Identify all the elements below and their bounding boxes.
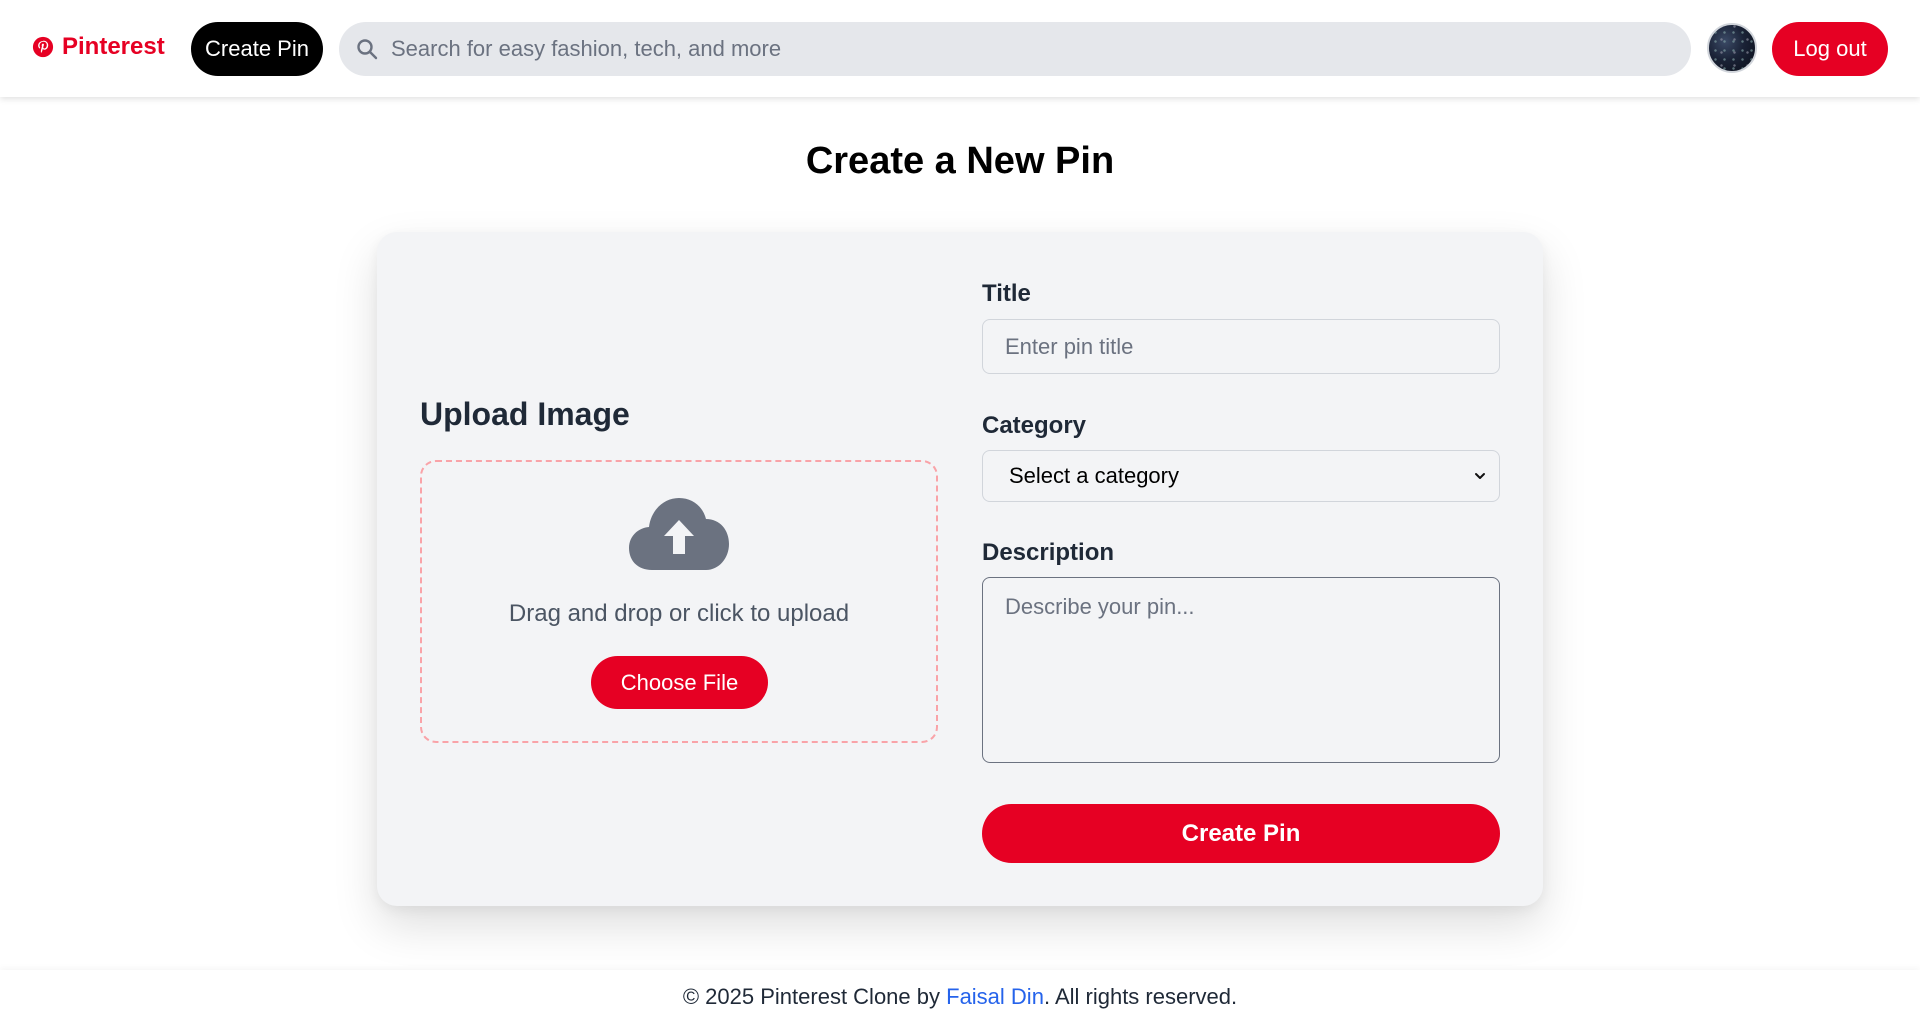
pinterest-logo-icon [32,36,54,58]
title-label: Title [982,280,1031,307]
category-label: Category [982,412,1087,439]
search-input[interactable] [391,36,1641,62]
create-pin-nav-button[interactable]: Create Pin [191,22,323,76]
avatar[interactable] [1707,23,1757,73]
choose-file-button[interactable]: Choose File [591,656,768,709]
top-nav: Pinterest Create Pin Log out [0,0,1920,97]
brand-name: Pinterest [62,33,165,60]
cloud-upload-icon [629,498,729,570]
footer-suffix: . All rights reserved. [1043,984,1238,1009]
logout-button[interactable]: Log out [1772,22,1888,76]
chevron-down-icon [1475,473,1485,479]
category-select[interactable]: Select a category [982,450,1500,502]
footer: © 2025 Pinterest Clone by Faisal Din. Al… [0,970,1920,1024]
dropzone-instructions: Drag and drop or click to upload [508,600,850,627]
page-title: Create a New Pin [805,140,1115,182]
author-link[interactable]: Faisal Din [946,984,1044,1010]
description-textarea[interactable] [982,577,1500,763]
search-icon [357,39,378,60]
title-input[interactable] [982,319,1500,374]
category-selected-value: Select a category [1009,463,1179,488]
search-bar[interactable] [339,22,1691,76]
description-label: Description [982,539,1115,566]
brand-logo[interactable]: Pinterest [32,33,165,61]
create-pin-submit-button[interactable]: Create Pin [982,804,1500,863]
upload-heading: Upload Image [420,396,630,432]
footer-prefix: © 2025 Pinterest Clone by [682,984,940,1009]
